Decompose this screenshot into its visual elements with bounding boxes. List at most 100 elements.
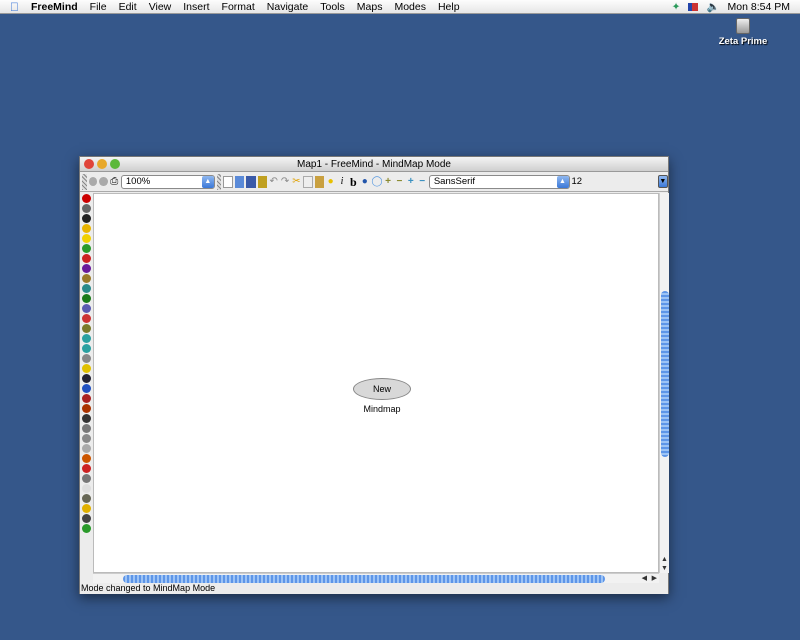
new-icon[interactable] [223,175,233,188]
menu-file[interactable]: File [84,1,113,13]
menu-format[interactable]: Format [216,1,261,13]
open-icon[interactable] [234,175,245,188]
remove-child-icon[interactable]: − [417,176,426,188]
clock[interactable]: Mon 8:54 PM [728,1,790,13]
palette-icon-13[interactable] [82,323,91,333]
menu-modes[interactable]: Modes [388,1,432,13]
palette-icon-15[interactable] [82,343,91,353]
palette-icon-1[interactable] [82,203,91,213]
palette-icon-14[interactable] [82,333,91,343]
palette-icon-17[interactable] [82,363,91,373]
add-icon[interactable]: + [383,176,392,188]
palette-icon-20[interactable] [82,393,91,403]
window-title: Map1 - FreeMind - MindMap Mode [297,159,451,170]
palette-icon-19[interactable] [82,383,91,393]
menu-tools[interactable]: Tools [314,1,351,13]
palette-icon-18[interactable] [82,373,91,383]
palette-icon-32[interactable] [82,513,91,523]
copy-icon[interactable] [303,175,313,188]
vertical-scroll-thumb[interactable] [661,291,669,457]
desktop-drive[interactable]: Zeta Prime [718,18,768,47]
zoom-select[interactable]: 100% ▲ [120,174,215,189]
menu-bar:  FreeMind File Edit View Insert Format … [0,0,800,14]
toolbar-grip[interactable] [216,173,222,190]
font-family-select[interactable]: SansSerif ▲ [428,174,570,189]
palette-icon-29[interactable] [82,483,91,493]
menu-edit[interactable]: Edit [113,1,143,13]
remove-icon[interactable]: − [395,176,404,188]
back-icon[interactable] [88,177,98,186]
palette-icon-6[interactable] [82,253,91,263]
drive-label: Zeta Prime [718,36,768,47]
app-menu[interactable]: FreeMind [25,1,84,13]
bulb-icon[interactable]: ● [326,176,335,188]
hard-drive-icon [736,18,750,34]
chevron-updown-icon: ▲ [201,175,214,188]
palette-icon-33[interactable] [82,523,91,533]
palette-icon-5[interactable] [82,243,91,253]
scroll-down-icon[interactable]: ▼ [661,565,668,572]
add-child-icon[interactable]: + [406,176,415,188]
palette-icon-31[interactable] [82,503,91,513]
palette-icon-11[interactable] [82,303,91,313]
menu-insert[interactable]: Insert [177,1,215,13]
bold-button[interactable]: b [349,176,358,188]
menu-view[interactable]: View [143,1,178,13]
apple-menu-icon[interactable]:  [0,0,25,14]
scroll-up-icon[interactable]: ▲ [661,556,668,563]
vertical-scrollbar[interactable]: ▲ ▼ [659,193,669,573]
root-node[interactable]: New Mindmap [353,378,411,414]
cloud-icon[interactable]: ◯ [371,176,382,188]
zoom-value: 100% [125,176,151,187]
palette-icon-30[interactable] [82,493,91,503]
palette-icon-26[interactable] [82,453,91,463]
palette-icon-4[interactable] [82,233,91,243]
menu-maps[interactable]: Maps [351,1,389,13]
font-size-dropdown[interactable]: ▼ [657,175,669,188]
zoom-button[interactable] [110,159,120,169]
palette-icon-16[interactable] [82,353,91,363]
toolbar-grip[interactable] [82,173,87,190]
cut-icon[interactable]: ✂ [292,176,301,188]
color-icon[interactable]: ● [360,176,369,188]
palette-icon-0[interactable] [82,193,91,203]
undo-icon[interactable]: ↶ [269,176,278,188]
scroll-left-icon[interactable]: ◀ [642,574,647,582]
horizontal-scrollbar[interactable]: ◀ ▶ [93,573,659,583]
menu-help[interactable]: Help [432,1,466,13]
palette-icon-7[interactable] [82,263,91,273]
palette-icon-8[interactable] [82,273,91,283]
palette-icon-21[interactable] [82,403,91,413]
palette-icon-9[interactable] [82,283,91,293]
scroll-right-icon[interactable]: ▶ [652,574,657,582]
palette-icon-12[interactable] [82,313,91,323]
palette-icon-3[interactable] [82,223,91,233]
forward-icon[interactable] [99,177,108,186]
font-size-field[interactable]: 12 [572,176,656,187]
paste-icon[interactable] [314,175,324,188]
volume-icon[interactable]: 🔈 [706,0,719,13]
redo-icon[interactable]: ↷ [280,176,289,188]
palette-icon-28[interactable] [82,473,91,483]
font-value: SansSerif [433,176,476,187]
palette-icon-23[interactable] [82,423,91,433]
palette-icon-2[interactable] [82,213,91,223]
palette-icon-24[interactable] [82,433,91,443]
close-button[interactable] [84,159,94,169]
mindmap-canvas[interactable]: New Mindmap [93,193,659,573]
title-bar[interactable]: Map1 - FreeMind - MindMap Mode [80,157,668,172]
palette-icon-25[interactable] [82,443,91,453]
horizontal-scroll-thumb[interactable] [123,575,605,583]
save-as-icon[interactable] [257,175,268,188]
chevron-updown-icon: ▲ [556,175,569,188]
menu-navigate[interactable]: Navigate [261,1,314,13]
print-icon[interactable]: ⎙ [110,176,119,188]
italic-button[interactable]: i [337,176,346,188]
palette-icon-10[interactable] [82,293,91,303]
leaf-icon[interactable]: ✦ [672,1,681,13]
flag-icon[interactable] [688,2,699,11]
save-icon[interactable] [246,175,256,188]
palette-icon-27[interactable] [82,463,91,473]
palette-icon-22[interactable] [82,413,91,423]
minimize-button[interactable] [97,159,107,169]
